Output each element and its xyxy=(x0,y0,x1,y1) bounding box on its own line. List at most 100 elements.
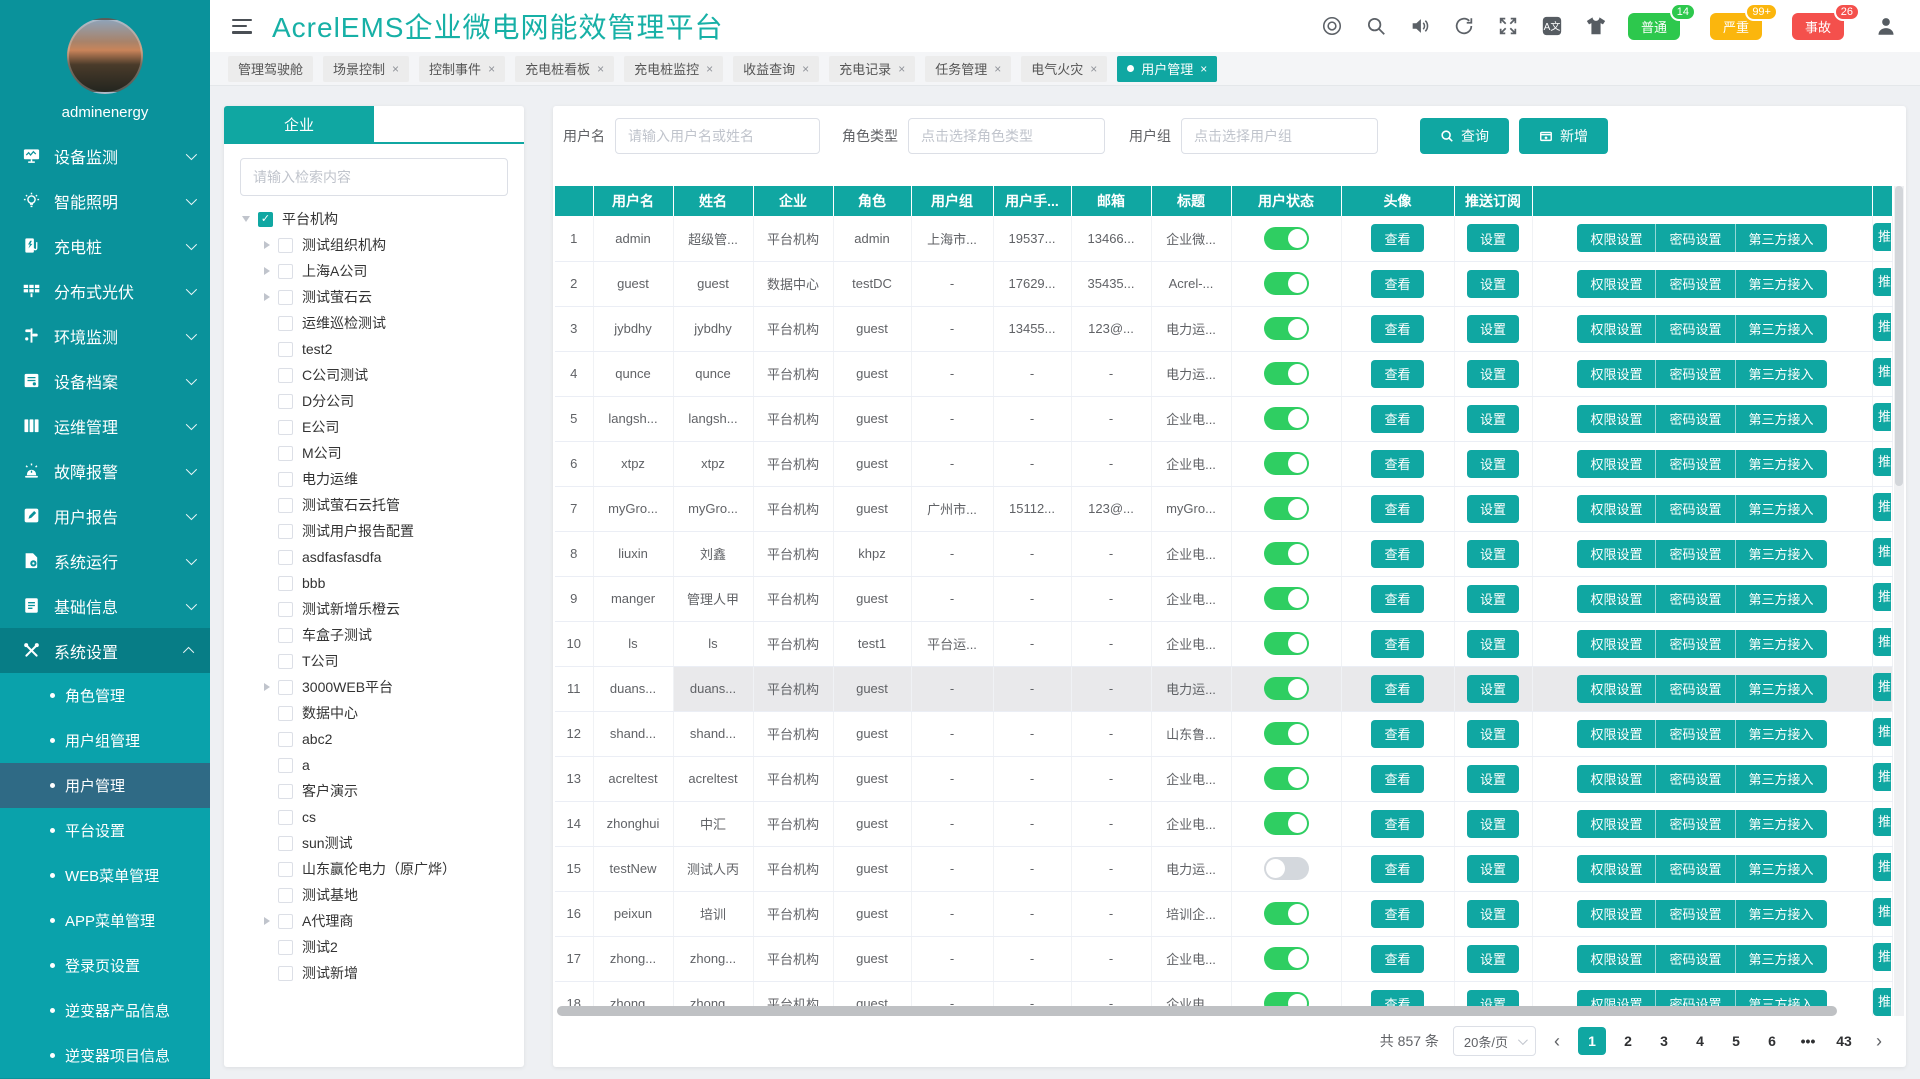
page-number-3[interactable]: 3 xyxy=(1650,1027,1678,1055)
tree-node[interactable]: 测试基地 xyxy=(242,882,524,908)
tree-checkbox[interactable] xyxy=(278,290,293,305)
clipped-action-button[interactable]: 推送 xyxy=(1873,403,1891,431)
tree-checkbox[interactable] xyxy=(278,602,293,617)
third-party-access-button[interactable]: 第三方接入 xyxy=(1736,450,1827,478)
tree-node[interactable]: 测试新增 xyxy=(242,960,524,986)
view-avatar-button[interactable]: 查看 xyxy=(1371,540,1423,568)
password-settings-button[interactable]: 密码设置 xyxy=(1656,765,1735,793)
tree-node[interactable]: 3000WEB平台 xyxy=(242,674,524,700)
permission-settings-button[interactable]: 权限设置 xyxy=(1577,360,1656,388)
permission-settings-button[interactable]: 权限设置 xyxy=(1577,540,1656,568)
permission-settings-button[interactable]: 权限设置 xyxy=(1577,450,1656,478)
clipped-action-button[interactable]: 推送 xyxy=(1873,808,1891,836)
tree-node[interactable]: sun测试 xyxy=(242,830,524,856)
status-toggle[interactable] xyxy=(1264,407,1309,430)
close-icon[interactable]: × xyxy=(994,62,1001,76)
permission-settings-button[interactable]: 权限设置 xyxy=(1577,675,1656,703)
submenu-item[interactable]: WEB菜单管理 xyxy=(0,853,210,898)
tree-node[interactable]: 电力运维 xyxy=(242,466,524,492)
refresh-icon[interactable] xyxy=(1452,14,1476,38)
sidebar-item-settings[interactable]: 系统设置 xyxy=(0,628,210,673)
tab-用户管理[interactable]: 用户管理× xyxy=(1117,56,1217,82)
password-settings-button[interactable]: 密码设置 xyxy=(1656,270,1735,298)
view-avatar-button[interactable]: 查看 xyxy=(1371,630,1423,658)
page-number-43[interactable]: 43 xyxy=(1830,1027,1858,1055)
tree-node[interactable]: ✓平台机构 xyxy=(242,206,524,232)
tree-node[interactable]: 测试用户报告配置 xyxy=(242,518,524,544)
tree-checkbox[interactable] xyxy=(278,706,293,721)
username-filter-input[interactable] xyxy=(615,118,820,154)
clipped-action-button[interactable]: 推送 xyxy=(1873,628,1891,656)
status-toggle[interactable] xyxy=(1264,857,1309,880)
password-settings-button[interactable]: 密码设置 xyxy=(1656,675,1735,703)
view-avatar-button[interactable]: 查看 xyxy=(1371,765,1423,793)
password-settings-button[interactable]: 密码设置 xyxy=(1656,450,1735,478)
clipped-action-button[interactable]: 推送 xyxy=(1873,493,1891,521)
page-size-select[interactable]: 20条/页 xyxy=(1453,1026,1536,1056)
third-party-access-button[interactable]: 第三方接入 xyxy=(1736,495,1827,523)
prev-page-button[interactable]: ‹ xyxy=(1550,1031,1564,1052)
password-settings-button[interactable]: 密码设置 xyxy=(1656,495,1735,523)
clipped-action-button[interactable]: 推送 xyxy=(1873,988,1891,1016)
tree-checkbox[interactable] xyxy=(278,498,293,513)
tree-search-input[interactable] xyxy=(240,158,508,196)
third-party-access-button[interactable]: 第三方接入 xyxy=(1736,405,1827,433)
close-icon[interactable]: × xyxy=(488,62,495,76)
query-button[interactable]: 查询 xyxy=(1420,118,1509,154)
sidebar-item-charging-pile[interactable]: 充电桩 xyxy=(0,223,210,268)
tree-checkbox[interactable] xyxy=(278,966,293,981)
third-party-access-button[interactable]: 第三方接入 xyxy=(1736,810,1827,838)
third-party-access-button[interactable]: 第三方接入 xyxy=(1736,765,1827,793)
status-toggle[interactable] xyxy=(1264,722,1309,745)
third-party-access-button[interactable]: 第三方接入 xyxy=(1736,224,1827,252)
status-toggle[interactable] xyxy=(1264,227,1309,250)
close-icon[interactable]: × xyxy=(802,62,809,76)
view-avatar-button[interactable]: 查看 xyxy=(1371,855,1423,883)
tree-checkbox[interactable]: ✓ xyxy=(258,212,273,227)
status-toggle[interactable] xyxy=(1264,272,1309,295)
permission-settings-button[interactable]: 权限设置 xyxy=(1577,315,1656,343)
tab-充电桩监控[interactable]: 充电桩监控× xyxy=(624,56,723,82)
tree-checkbox[interactable] xyxy=(278,732,293,747)
tree-checkbox[interactable] xyxy=(278,394,293,409)
tree-checkbox[interactable] xyxy=(278,758,293,773)
page-number-1[interactable]: 1 xyxy=(1578,1027,1606,1055)
view-avatar-button[interactable]: 查看 xyxy=(1371,810,1423,838)
push-settings-button[interactable]: 设置 xyxy=(1467,315,1519,343)
clipped-action-button[interactable]: 推送 xyxy=(1873,538,1891,566)
expand-arrow-icon[interactable] xyxy=(264,293,270,301)
submenu-item[interactable]: 平台设置 xyxy=(0,808,210,853)
status-toggle[interactable] xyxy=(1264,587,1309,610)
tree-node[interactable]: 车盒子测试 xyxy=(242,622,524,648)
page-number-5[interactable]: 5 xyxy=(1722,1027,1750,1055)
permission-settings-button[interactable]: 权限设置 xyxy=(1577,270,1656,298)
status-toggle[interactable] xyxy=(1264,497,1309,520)
third-party-access-button[interactable]: 第三方接入 xyxy=(1736,315,1827,343)
page-ellipsis[interactable]: ••• xyxy=(1794,1027,1822,1055)
tab-控制事件[interactable]: 控制事件× xyxy=(419,56,505,82)
tree-node[interactable]: 客户演示 xyxy=(242,778,524,804)
close-icon[interactable]: × xyxy=(1200,62,1207,76)
third-party-access-button[interactable]: 第三方接入 xyxy=(1736,855,1827,883)
third-party-access-button[interactable]: 第三方接入 xyxy=(1736,540,1827,568)
view-avatar-button[interactable]: 查看 xyxy=(1371,360,1423,388)
clipped-action-button[interactable]: 推送 xyxy=(1873,718,1891,746)
tab-收益查询[interactable]: 收益查询× xyxy=(733,56,819,82)
clipped-action-button[interactable]: 推送 xyxy=(1873,583,1891,611)
tab-enterprise[interactable]: 企业 xyxy=(224,106,374,142)
tree-checkbox[interactable] xyxy=(278,940,293,955)
role-filter-input[interactable] xyxy=(908,118,1105,154)
alarm-badge[interactable]: 普通14 xyxy=(1628,13,1680,40)
tree-node[interactable]: 测试新增乐橙云 xyxy=(242,596,524,622)
view-avatar-button[interactable]: 查看 xyxy=(1371,585,1423,613)
tree-checkbox[interactable] xyxy=(278,654,293,669)
tree-node[interactable]: T公司 xyxy=(242,648,524,674)
tree-checkbox[interactable] xyxy=(278,888,293,903)
view-avatar-button[interactable]: 查看 xyxy=(1371,900,1423,928)
status-toggle[interactable] xyxy=(1264,542,1309,565)
vertical-scrollbar[interactable] xyxy=(1894,186,1904,1016)
theme-icon[interactable] xyxy=(1584,14,1608,38)
third-party-access-button[interactable]: 第三方接入 xyxy=(1736,720,1827,748)
expand-arrow-icon[interactable] xyxy=(264,241,270,249)
volume-icon[interactable] xyxy=(1408,14,1432,38)
